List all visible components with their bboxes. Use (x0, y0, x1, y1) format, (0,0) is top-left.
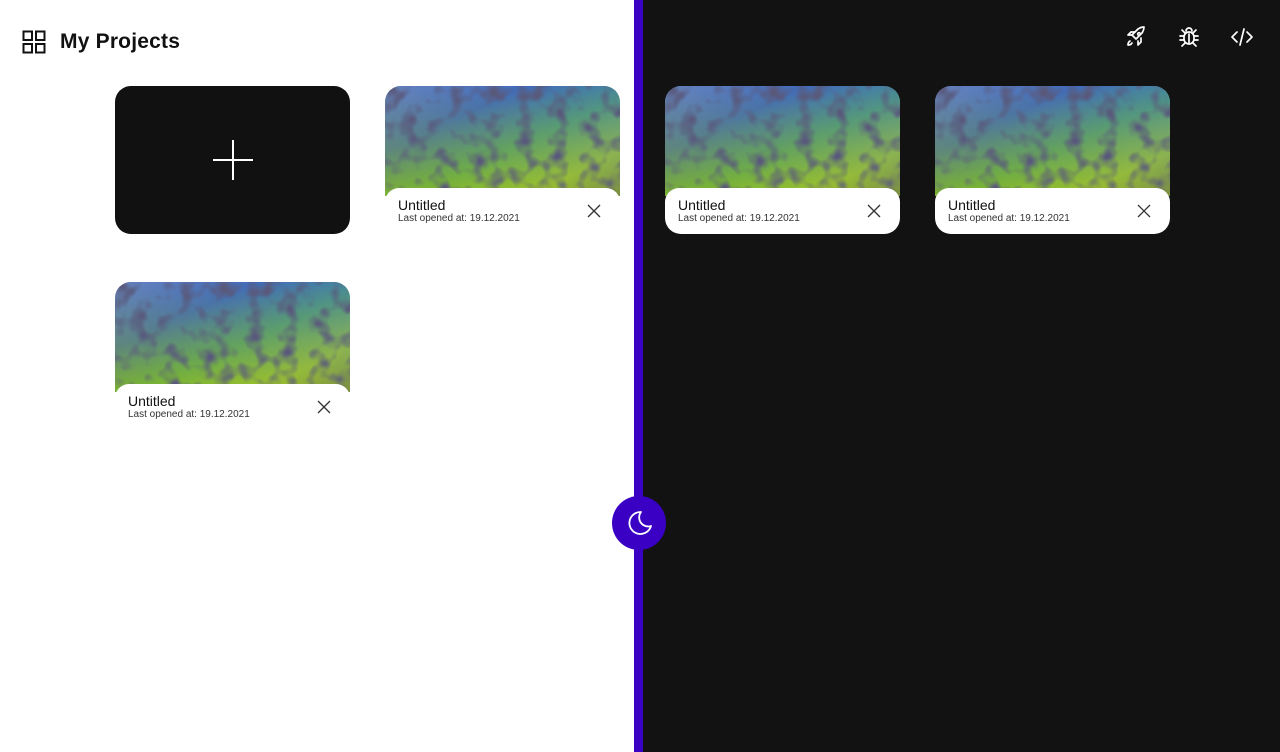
project-last-opened: Last opened at: 19.12.2021 (398, 213, 520, 224)
rocket-icon (1127, 26, 1145, 46)
new-project-button[interactable] (115, 86, 350, 234)
close-icon (867, 204, 881, 218)
project-thumbnail (665, 86, 900, 196)
remove-project-button[interactable] (316, 399, 332, 415)
close-icon (587, 204, 601, 218)
project-name: Untitled (128, 393, 176, 409)
project-info: Untitled Last opened at: 19.12.2021 (385, 188, 620, 234)
page-title: My Projects (60, 30, 181, 53)
code-icon (1231, 28, 1253, 46)
project-last-opened: Last opened at: 19.12.2021 (678, 213, 800, 224)
code-view-button[interactable] (1222, 22, 1262, 52)
project-card[interactable]: Untitled Last opened at: 19.12.2021 (665, 86, 900, 234)
project-card[interactable]: Untitled Last opened at: 19.12.2021 (385, 86, 620, 234)
project-card[interactable]: Untitled Last opened at: 19.12.2021 (115, 282, 350, 430)
deploy-button[interactable] (1116, 22, 1156, 52)
project-last-opened: Last opened at: 19.12.2021 (948, 213, 1070, 224)
moon-icon (628, 511, 652, 535)
project-info: Untitled Last opened at: 19.12.2021 (935, 188, 1170, 234)
project-thumbnail (115, 282, 350, 392)
remove-project-button[interactable] (866, 203, 882, 219)
page-header: My Projects (22, 28, 180, 56)
project-thumbnail (385, 86, 620, 196)
project-info: Untitled Last opened at: 19.12.2021 (115, 384, 350, 430)
project-card[interactable]: Untitled Last opened at: 19.12.2021 (935, 86, 1170, 234)
close-icon (1137, 204, 1151, 218)
theme-split-divider[interactable] (634, 0, 643, 752)
close-icon (317, 400, 331, 414)
project-name: Untitled (948, 197, 996, 213)
top-actions (1103, 22, 1262, 52)
remove-project-button[interactable] (586, 203, 602, 219)
debug-button[interactable] (1169, 22, 1209, 52)
plus-icon (213, 140, 253, 180)
theme-toggle-button[interactable] (612, 496, 666, 550)
project-name: Untitled (398, 197, 446, 213)
grid-icon (22, 30, 46, 54)
project-last-opened: Last opened at: 19.12.2021 (128, 409, 250, 420)
project-name: Untitled (678, 197, 726, 213)
project-thumbnail (935, 86, 1170, 196)
remove-project-button[interactable] (1136, 203, 1152, 219)
bug-icon (1179, 27, 1199, 47)
project-info: Untitled Last opened at: 19.12.2021 (665, 188, 900, 234)
